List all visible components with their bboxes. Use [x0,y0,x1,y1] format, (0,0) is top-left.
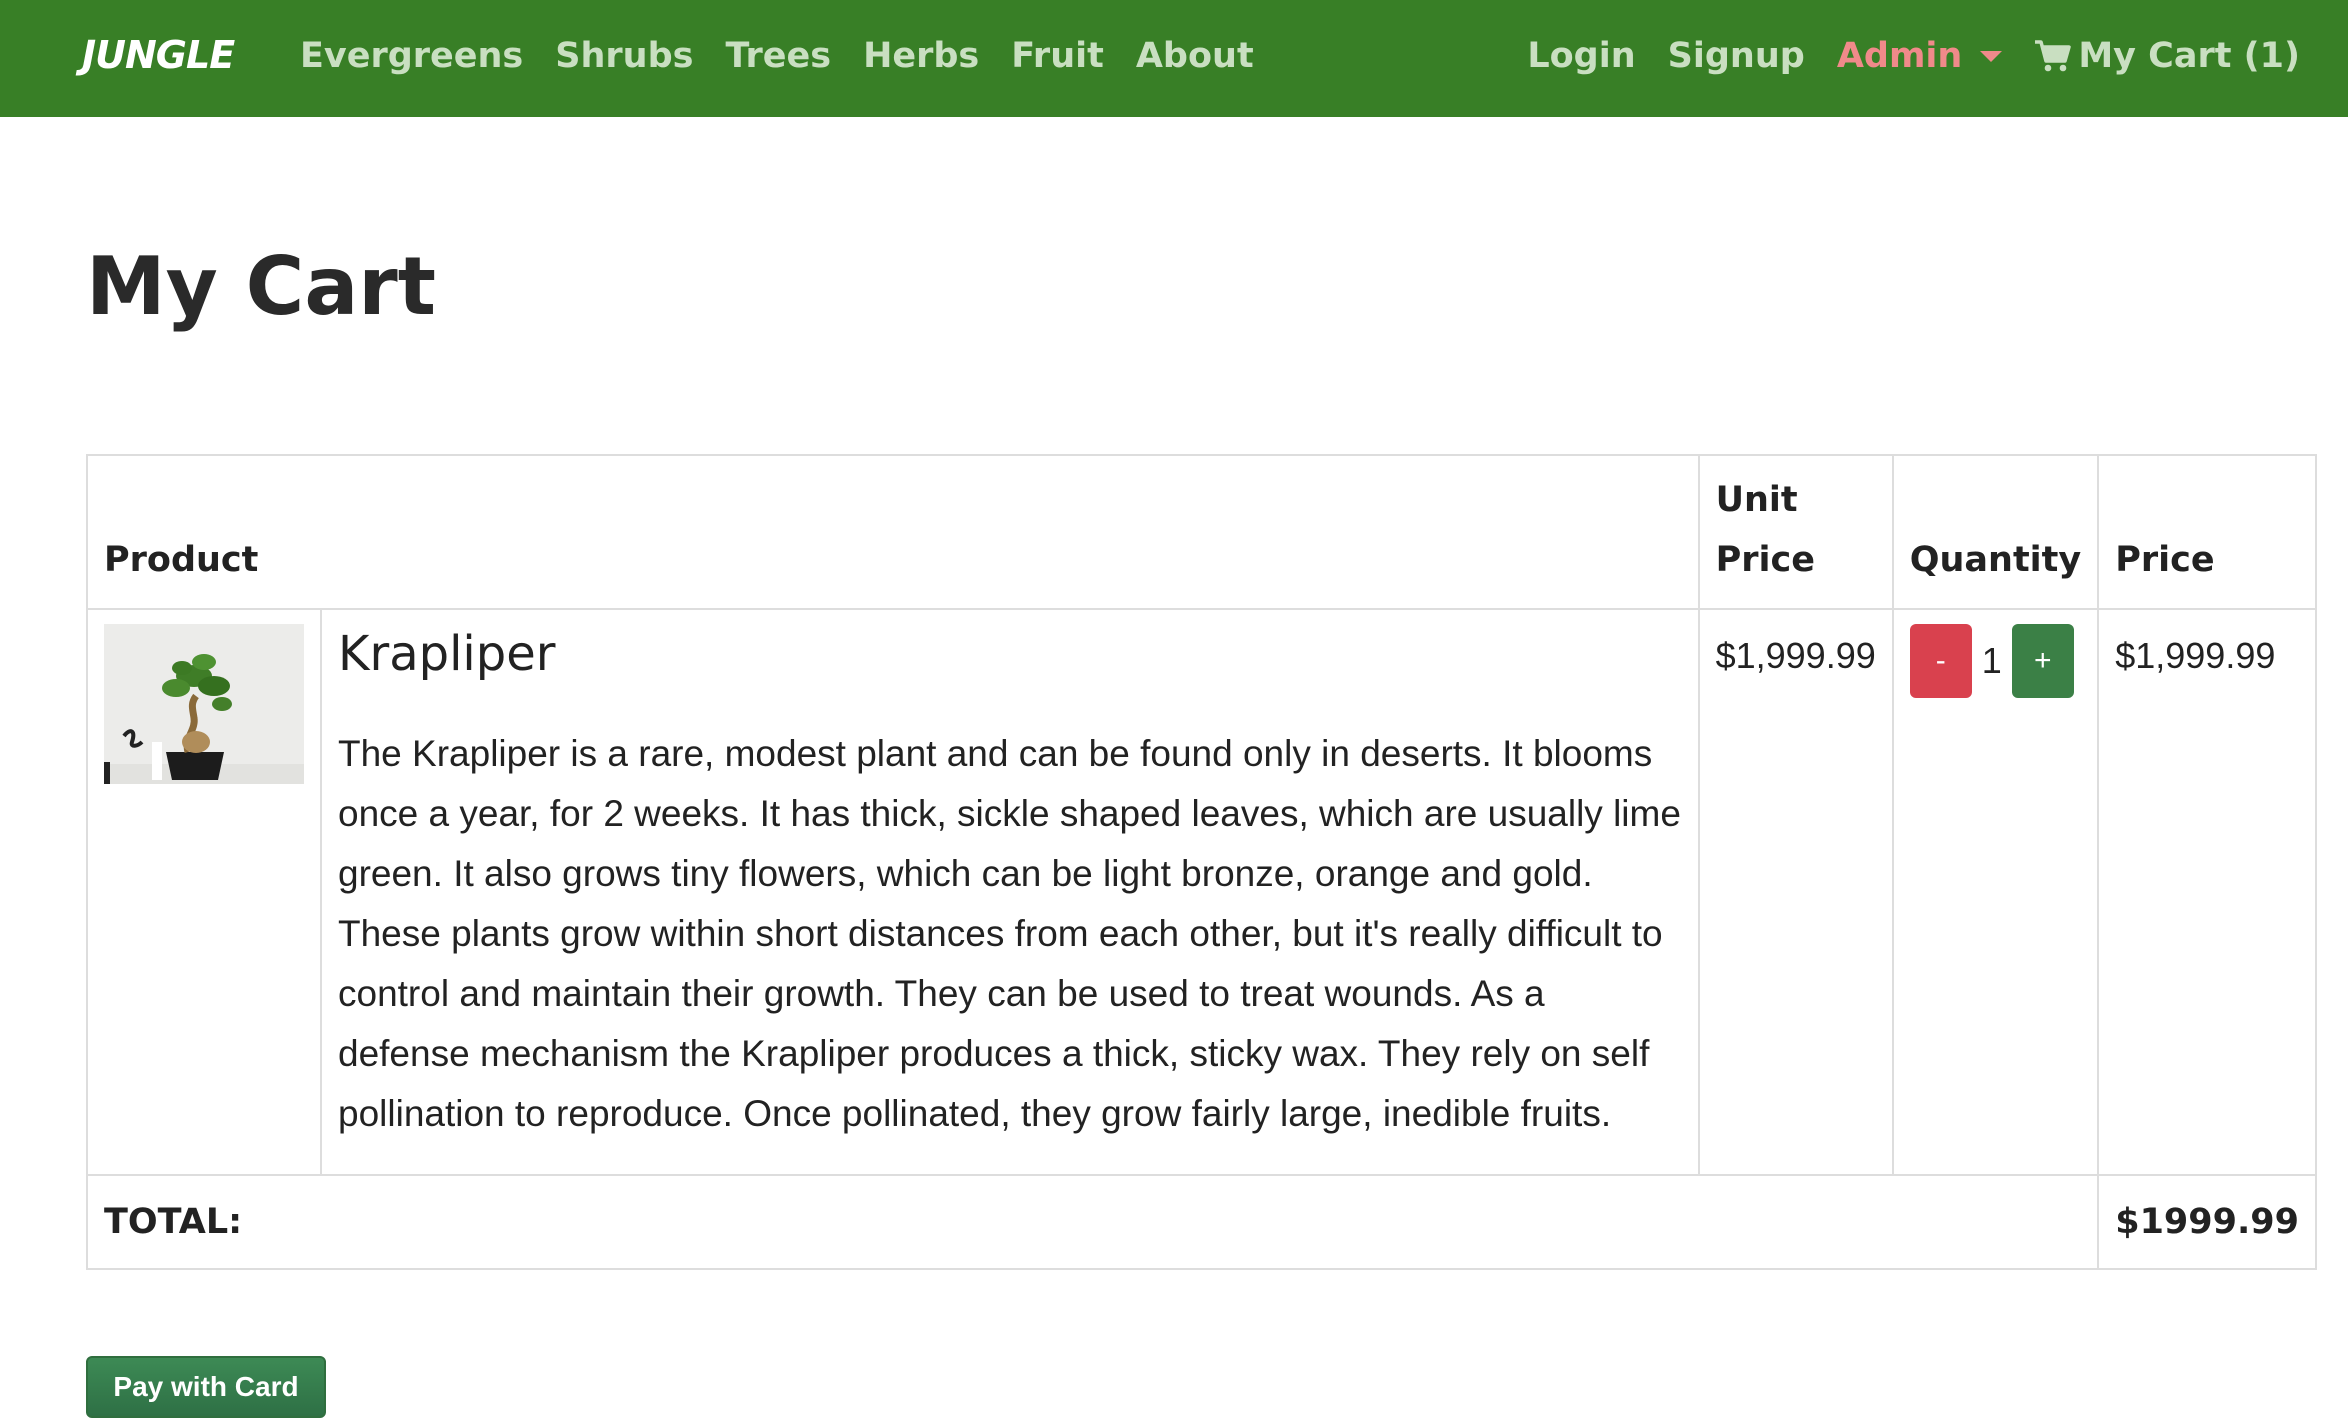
pay-with-card-button[interactable]: Pay with Card [86,1356,326,1418]
cart-link-label: My Cart (1) [2078,36,2300,76]
page-title: My Cart [86,240,436,333]
table-header-row: Product Unit Price Quantity Price [86,454,2317,610]
increase-quantity-button[interactable]: + [2011,624,2074,698]
nav-link-login[interactable]: Login [1527,30,1635,82]
brand-logo[interactable]: JUNGLE [82,30,235,80]
caret-down-icon [1980,50,2003,62]
shopping-cart-icon [2035,40,2072,72]
product-name: Krapliper [338,626,556,682]
total-value: $1999.99 [2097,1174,2317,1270]
unit-price-cell: $1,999.99 [1697,608,1894,1176]
total-label: TOTAL: [85,1174,2100,1270]
total-row: TOTAL: $1999.99 [85,1174,2317,1270]
product-description: The Krapliper is a rare, modest plant an… [338,733,1681,1134]
top-navbar: JUNGLE Evergreens Shrubs Trees Herbs Fru… [0,0,2348,117]
price-column-header: Price [2097,454,2317,610]
bonsai-plant-image [104,624,304,784]
unit-price: $1,999.99 [1715,635,1876,676]
nav-link-herbs[interactable]: Herbs [863,30,979,82]
quantity-cell: - 1 + [1891,608,2100,1176]
table-row: Krapliper The Krapliper is a rare, modes… [86,608,2317,1176]
product-image-cell [86,608,322,1176]
nav-link-signup[interactable]: Signup [1668,30,1805,82]
category-nav: Evergreens Shrubs Trees Herbs Fruit Abou… [300,30,1286,82]
decrease-quantity-button[interactable]: - [1909,624,1972,698]
nav-link-about[interactable]: About [1136,30,1254,82]
nav-link-trees[interactable]: Trees [725,30,831,82]
admin-dropdown[interactable]: Admin [1837,30,2003,82]
unit-price-column-header: Unit Price [1697,454,1894,610]
quantity-value: 1 [1981,640,2002,681]
nav-link-evergreens[interactable]: Evergreens [300,30,523,82]
line-price-cell: $1,999.99 [2097,608,2317,1176]
nav-link-cart[interactable]: My Cart (1) [2034,30,2300,82]
nav-link-shrubs[interactable]: Shrubs [555,30,693,82]
product-thumbnail[interactable] [104,624,304,784]
quantity-stepper: - 1 + [1909,624,2081,698]
product-column-header: Product [86,454,1700,610]
admin-dropdown-label: Admin [1836,36,1963,76]
account-nav: Login Signup Admin My Cart (1) [1527,30,2300,82]
line-price: $1,999.99 [2115,635,2276,676]
cart-table: Product Unit Price Quantity Price Krapli… [85,454,2317,1270]
nav-link-fruit[interactable]: Fruit [1011,30,1104,82]
product-details-cell: Krapliper The Krapliper is a rare, modes… [320,608,1700,1176]
quantity-column-header: Quantity [1891,454,2100,610]
